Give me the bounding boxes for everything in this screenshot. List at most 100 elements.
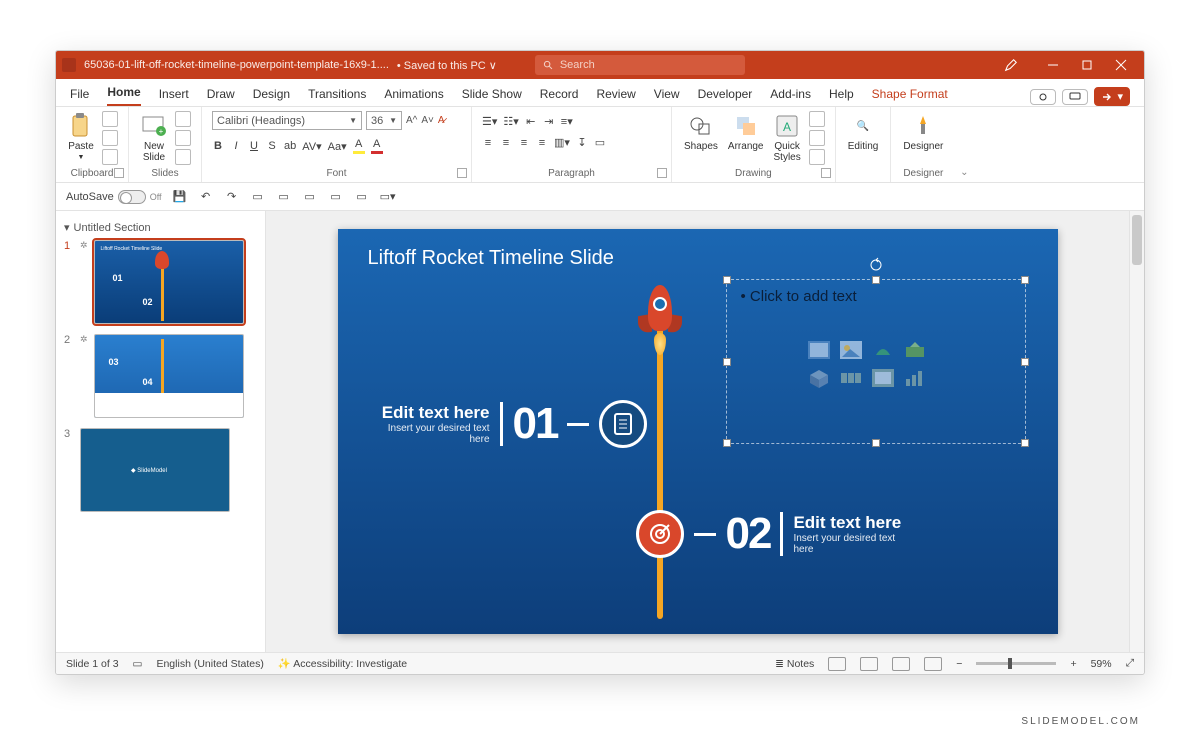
tab-addins[interactable]: Add-ins: [770, 82, 811, 106]
align-left-button[interactable]: ≡: [482, 137, 494, 149]
align-right-button[interactable]: ≡: [518, 137, 530, 149]
qat-more-icon[interactable]: ▭▾: [380, 189, 396, 205]
accessibility-indicator[interactable]: ✨ Accessibility: Investigate: [278, 657, 407, 670]
paragraph-dialog-launcher[interactable]: [657, 168, 667, 178]
resize-handle-sw[interactable]: [723, 439, 731, 447]
pen-button[interactable]: [994, 51, 1028, 79]
rotate-handle[interactable]: [869, 258, 883, 272]
designer-button[interactable]: Designer: [901, 111, 945, 154]
indent-increase-button[interactable]: ⇥: [543, 115, 555, 128]
insert-video-icon[interactable]: [869, 366, 897, 390]
shape-fill-icon[interactable]: [809, 111, 825, 127]
shape-outline-icon[interactable]: [809, 130, 825, 146]
slide-canvas-area[interactable]: Liftoff Rocket Timeline Slide 01 Edit te…: [266, 211, 1129, 652]
save-icon[interactable]: 💾: [172, 189, 188, 205]
resize-handle-nw[interactable]: [723, 276, 731, 284]
font-size-select[interactable]: 36▼: [366, 111, 402, 130]
highlight-color-button[interactable]: A: [353, 138, 365, 154]
resize-handle-n[interactable]: [872, 276, 880, 284]
slide-indicator[interactable]: Slide 1 of 3: [66, 658, 119, 670]
columns-button[interactable]: ▥▾: [554, 136, 570, 149]
tab-insert[interactable]: Insert: [159, 82, 189, 106]
tab-home[interactable]: Home: [107, 80, 140, 106]
shapes-button[interactable]: Shapes: [682, 111, 720, 154]
tab-slideshow[interactable]: Slide Show: [462, 82, 522, 106]
search-box[interactable]: Search: [535, 55, 745, 75]
tab-file[interactable]: File: [70, 82, 89, 106]
qat-preview-icon[interactable]: ▭: [328, 189, 344, 205]
insert-cameo-icon[interactable]: [869, 338, 897, 362]
shrink-font-icon[interactable]: A˅: [421, 115, 434, 126]
insert-3d-icon[interactable]: [805, 366, 833, 390]
arrange-button[interactable]: Arrange: [726, 111, 766, 154]
autosave-toggle[interactable]: [118, 190, 146, 204]
qat-present-icon[interactable]: ▭: [354, 189, 370, 205]
fit-to-window-button[interactable]: ⤢: [1126, 657, 1134, 670]
drawing-dialog-launcher[interactable]: [821, 168, 831, 178]
tab-design[interactable]: Design: [253, 82, 290, 106]
language-indicator[interactable]: English (United States): [156, 658, 263, 670]
tab-developer[interactable]: Developer: [698, 82, 753, 106]
section-icon[interactable]: [175, 149, 191, 165]
underline-button[interactable]: U: [248, 140, 260, 152]
justify-button[interactable]: ≡: [536, 137, 548, 149]
content-placeholder[interactable]: Click to add text: [726, 279, 1026, 444]
slide-title[interactable]: Liftoff Rocket Timeline Slide: [368, 247, 614, 270]
qat-open-icon[interactable]: ▭: [276, 189, 292, 205]
reading-view-button[interactable]: [892, 657, 910, 671]
char-spacing-button[interactable]: AV▾: [302, 140, 321, 153]
slideshow-view-button[interactable]: [924, 657, 942, 671]
tab-help[interactable]: Help: [829, 82, 854, 106]
font-dialog-launcher[interactable]: [457, 168, 467, 178]
zoom-level[interactable]: 59%: [1091, 658, 1112, 670]
tab-view[interactable]: View: [654, 82, 680, 106]
milestone-1[interactable]: 01 Edit text here Insert your desired te…: [370, 399, 648, 449]
zoom-in-button[interactable]: +: [1070, 658, 1076, 670]
save-status[interactable]: • Saved to this PC ∨: [397, 59, 497, 72]
insert-smartart-icon[interactable]: [837, 366, 865, 390]
clear-formatting-icon[interactable]: A̷: [438, 115, 445, 126]
tab-draw[interactable]: Draw: [207, 82, 235, 106]
resize-handle-s[interactable]: [872, 439, 880, 447]
slide-thumbnail-3[interactable]: ◆ SlideModel: [80, 428, 230, 512]
notes-button[interactable]: ≣ Notes: [775, 658, 814, 670]
tab-shape-format[interactable]: Shape Format: [872, 82, 948, 106]
format-painter-icon[interactable]: [102, 149, 118, 165]
qat-new-icon[interactable]: ▭: [250, 189, 266, 205]
paste-button[interactable]: Paste▼: [66, 111, 96, 163]
tab-review[interactable]: Review: [596, 82, 635, 106]
insert-table-icon[interactable]: [805, 338, 833, 362]
grow-font-icon[interactable]: A^: [406, 115, 417, 126]
ribbon-collapse-button[interactable]: ⌄: [955, 107, 973, 182]
strike-button[interactable]: S: [266, 140, 278, 152]
clipboard-dialog-launcher[interactable]: [114, 168, 124, 178]
shape-effects-icon[interactable]: [809, 149, 825, 165]
resize-handle-ne[interactable]: [1021, 276, 1029, 284]
undo-icon[interactable]: ↶: [198, 189, 214, 205]
tab-transitions[interactable]: Transitions: [308, 82, 366, 106]
camera-button[interactable]: [1030, 89, 1056, 105]
shadow-button[interactable]: ab: [284, 140, 296, 152]
scrollbar-thumb[interactable]: [1132, 215, 1142, 265]
quick-styles-button[interactable]: AQuick Styles: [772, 111, 803, 165]
close-button[interactable]: [1104, 51, 1138, 79]
new-slide-button[interactable]: + New Slide: [139, 111, 169, 165]
vertical-scrollbar[interactable]: [1129, 211, 1144, 652]
cut-icon[interactable]: [102, 111, 118, 127]
qat-print-icon[interactable]: ▭: [302, 189, 318, 205]
insert-stock-icon[interactable]: [901, 338, 929, 362]
resize-handle-se[interactable]: [1021, 439, 1029, 447]
align-text-button[interactable]: ▭: [594, 136, 606, 149]
font-color-button[interactable]: A: [371, 138, 383, 154]
comments-button[interactable]: [1062, 89, 1088, 105]
resize-handle-w[interactable]: [723, 358, 731, 366]
editing-button[interactable]: 🔍Editing: [846, 111, 881, 154]
align-center-button[interactable]: ≡: [500, 137, 512, 149]
reset-icon[interactable]: [175, 130, 191, 146]
insert-picture-icon[interactable]: [837, 338, 865, 362]
numbering-button[interactable]: ☷▾: [503, 115, 518, 128]
zoom-slider[interactable]: [976, 662, 1056, 665]
thumbnail-pane[interactable]: ▾ Untitled Section 1 ✲ Liftoff Rocket Ti…: [56, 211, 266, 652]
case-button[interactable]: Aa▾: [328, 140, 347, 153]
section-header[interactable]: ▾ Untitled Section: [64, 221, 257, 234]
